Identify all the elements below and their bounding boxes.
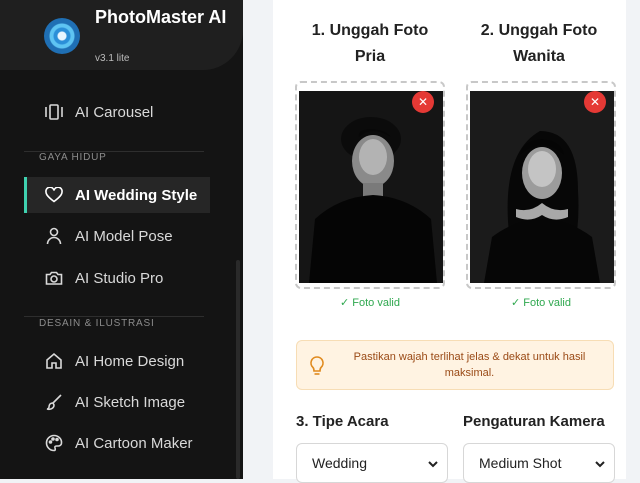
section-divider — [24, 316, 204, 317]
camera-settings-value: Medium Shot — [479, 455, 562, 471]
sidebar: PhotoMaster AI v3.1 lite AI Carousel GAY… — [0, 0, 243, 479]
male-photo — [299, 91, 443, 283]
app-version: v3.1 lite — [95, 53, 130, 64]
male-photo-dropzone[interactable]: ✕ — [295, 81, 445, 289]
sidebar-scrollbar[interactable] — [236, 260, 240, 479]
lightbulb-icon — [307, 355, 327, 377]
chevron-down-icon — [594, 457, 606, 473]
chevron-down-icon — [427, 457, 439, 473]
sidebar-item-ai-cartoon-maker[interactable]: AI Cartoon Maker — [24, 425, 210, 461]
female-upload-title: 2. Unggah Foto Wanita — [480, 22, 598, 65]
camera-icon — [44, 268, 64, 288]
tip-alert: Pastikan wajah terlihat jelas & dekat un… — [296, 340, 614, 390]
sidebar-item-label: AI Sketch Image — [75, 393, 186, 411]
main-area: 1. Unggah Foto Pria 2. Unggah Foto Wanit… — [243, 0, 640, 483]
camera-settings-select[interactable]: Medium Shot — [463, 443, 615, 483]
event-type-select[interactable]: Wedding — [296, 443, 448, 483]
sidebar-item-ai-home-design[interactable]: AI Home Design — [24, 343, 210, 379]
user-icon — [44, 226, 64, 246]
male-photo-status: ✓ Foto valid — [340, 297, 400, 309]
section-label-lifestyle: GAYA HIDUP — [39, 152, 107, 163]
sidebar-item-label: AI Cartoon Maker — [75, 434, 193, 452]
sidebar-item-label: AI Home Design — [75, 352, 185, 370]
sidebar-item-ai-carousel[interactable]: AI Carousel — [24, 94, 210, 130]
heart-icon — [44, 185, 64, 205]
sidebar-item-label: AI Carousel — [75, 103, 154, 121]
brand-header: PhotoMaster AI v3.1 lite — [0, 0, 243, 70]
sidebar-item-label: AI Studio Pro — [75, 269, 164, 287]
carousel-icon — [44, 102, 64, 122]
palette-icon — [44, 433, 64, 453]
sidebar-item-ai-studio-pro[interactable]: AI Studio Pro — [24, 260, 210, 296]
home-icon — [44, 351, 64, 371]
female-photo-status: ✓ Foto valid — [511, 297, 571, 309]
event-type-value: Wedding — [312, 455, 368, 471]
app-name: PhotoMaster AI — [95, 7, 227, 27]
sidebar-item-ai-model-pose[interactable]: AI Model Pose — [24, 218, 210, 254]
female-photo — [470, 91, 614, 283]
event-type-label: 3. Tipe Acara — [296, 413, 389, 430]
section-label-design: DESAIN & ILUSTRASI — [39, 318, 155, 329]
camera-settings-label: Pengaturan Kamera — [463, 413, 605, 430]
sidebar-item-ai-wedding-style[interactable]: AI Wedding Style — [24, 177, 210, 213]
aperture-logo-icon — [44, 18, 80, 54]
remove-female-photo-button[interactable]: ✕ — [584, 91, 606, 113]
male-upload-title: 1. Unggah Foto Pria — [311, 22, 429, 65]
form-card: 1. Unggah Foto Pria 2. Unggah Foto Wanit… — [273, 0, 626, 483]
sidebar-item-label: AI Wedding Style — [75, 186, 198, 204]
brush-icon — [44, 392, 64, 412]
sidebar-item-label: AI Model Pose — [75, 227, 173, 245]
sidebar-item-ai-sketch-image[interactable]: AI Sketch Image — [24, 384, 210, 420]
female-photo-dropzone[interactable]: ✕ — [466, 81, 616, 289]
remove-male-photo-button[interactable]: ✕ — [412, 91, 434, 113]
tip-text: Pastikan wajah terlihat jelas & dekat un… — [353, 351, 586, 379]
